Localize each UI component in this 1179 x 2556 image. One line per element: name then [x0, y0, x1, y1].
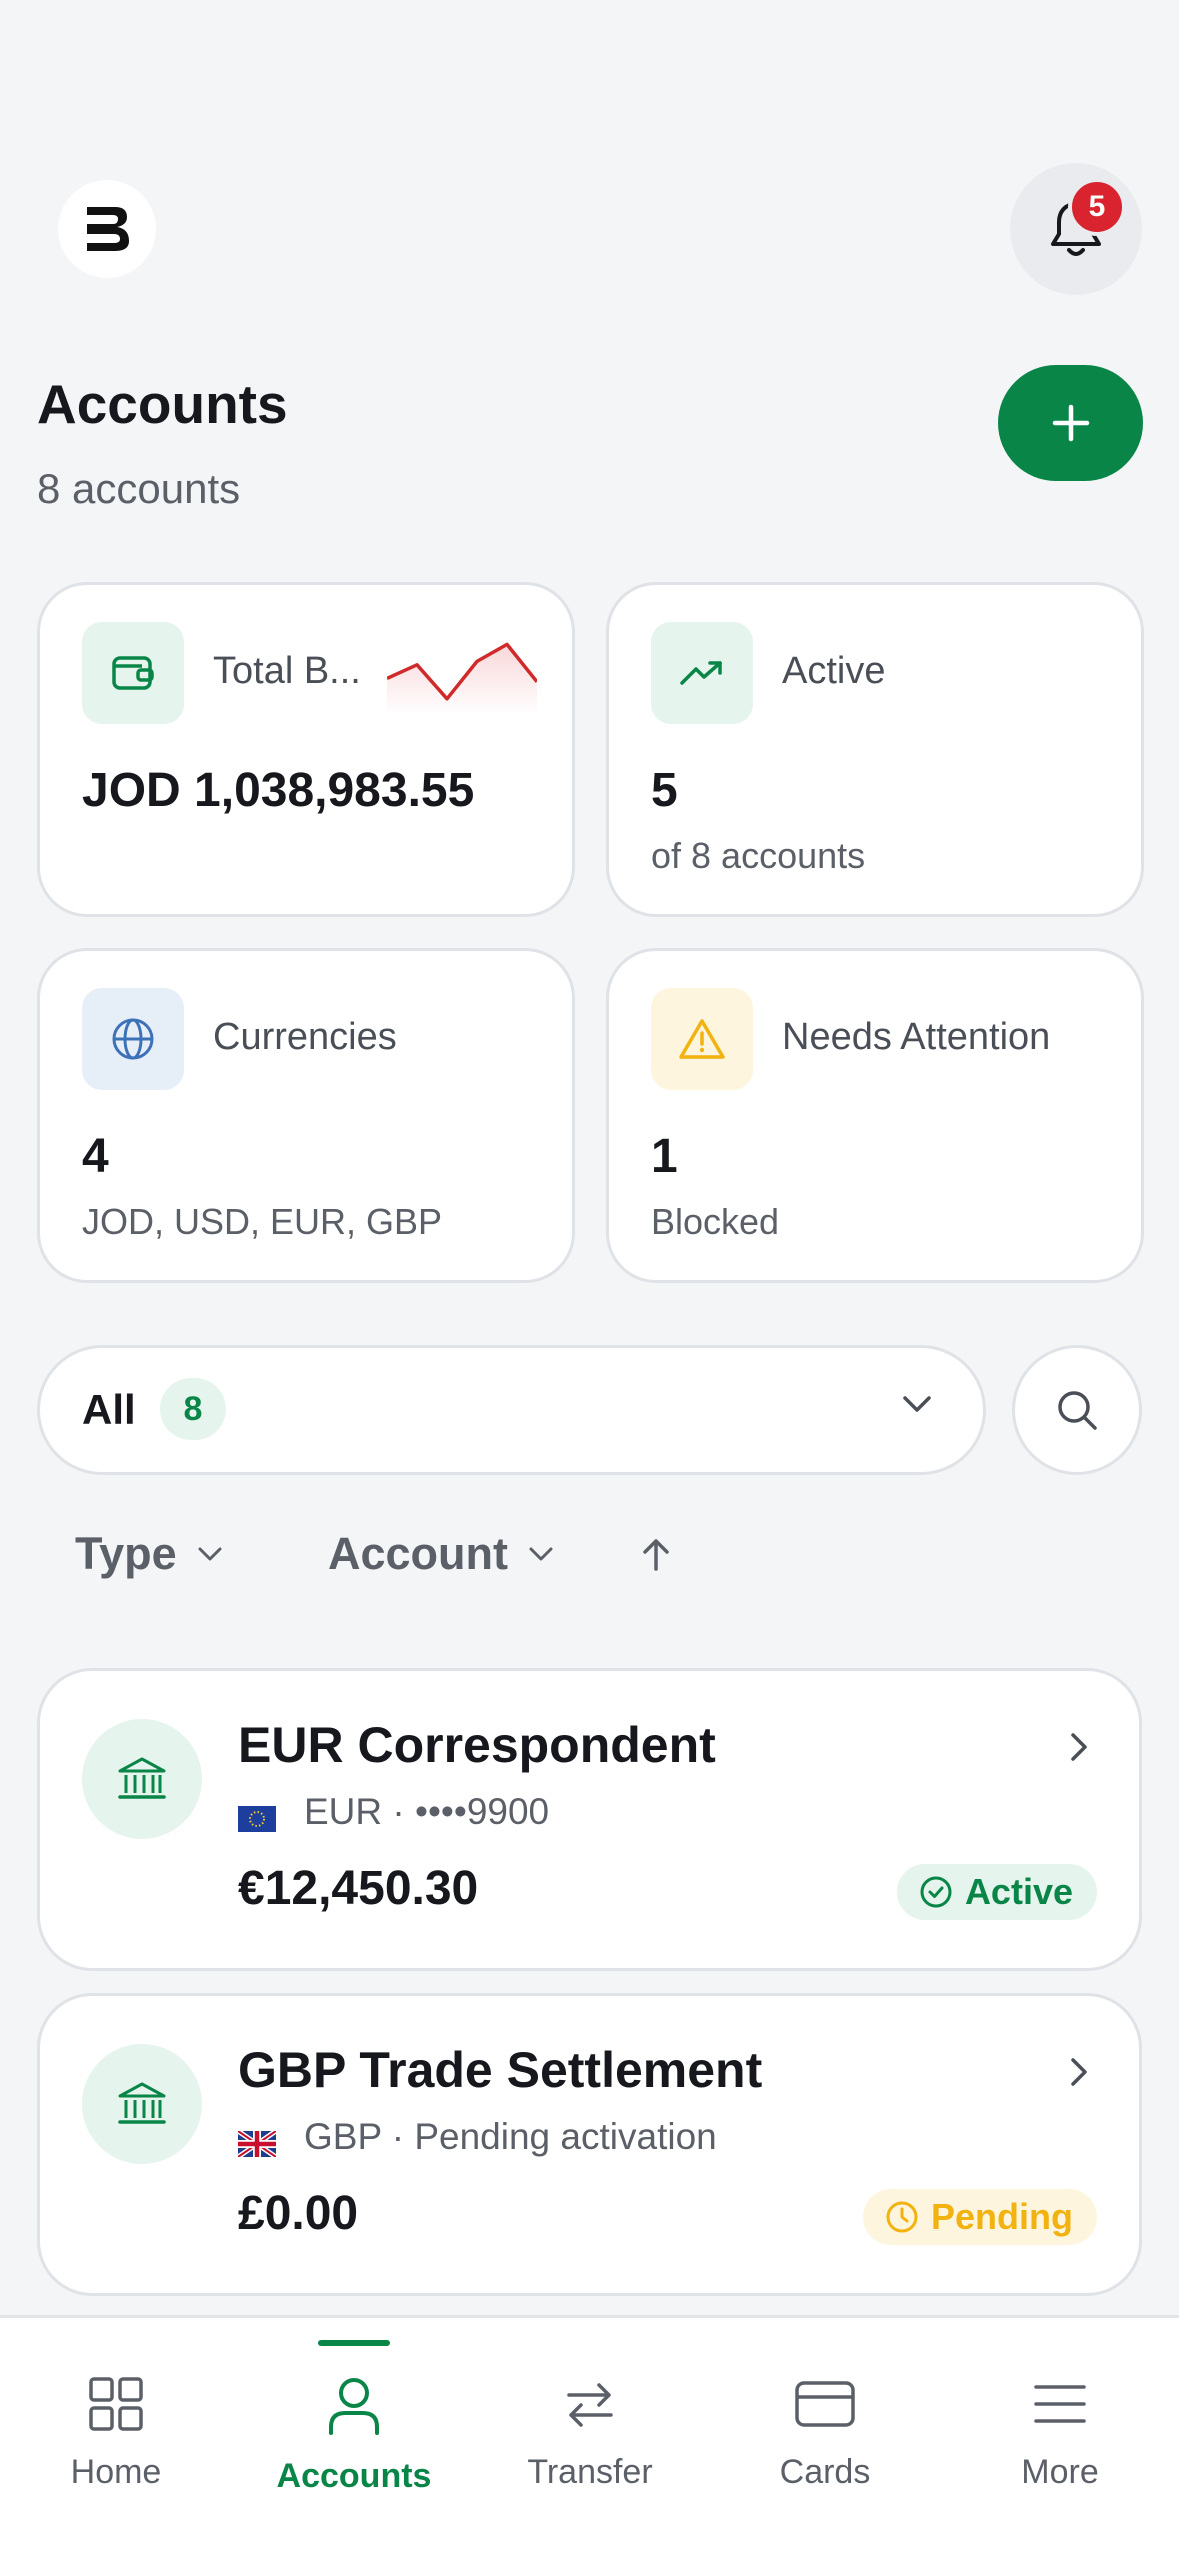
arrow-up-icon	[643, 1539, 669, 1571]
nav-accounts-label: Accounts	[276, 2457, 432, 2495]
account-name: GBP Trade Settlement	[238, 2042, 763, 2098]
warning-icon	[651, 988, 753, 1090]
sort-type-label: Type	[75, 1528, 177, 1579]
needs-attention-card[interactable]: Needs Attention 1 Blocked	[606, 948, 1144, 1283]
attention-value: 1	[651, 1130, 678, 1183]
chevron-down-icon	[903, 1396, 931, 1412]
bank-icon	[82, 1719, 202, 1839]
chevron-right-icon	[1071, 1733, 1087, 1761]
sort-account-label: Account	[328, 1528, 508, 1579]
total-balance-value: JOD 1,038,983.55	[82, 764, 475, 817]
sort-direction-button[interactable]	[638, 1537, 674, 1578]
bank-icon	[82, 2044, 202, 2164]
nav-more[interactable]: More	[960, 2375, 1160, 2492]
sort-type-dropdown[interactable]: Type	[75, 1528, 223, 1580]
status-badge: Active	[896, 1864, 1097, 1920]
account-meta: EUR · ••••9900	[304, 1791, 550, 1832]
nav-home[interactable]: Home	[16, 2375, 216, 2492]
status-badge: Pending	[863, 2189, 1097, 2245]
chevron-right-icon	[1071, 2058, 1087, 2086]
uk-flag-icon	[236, 2124, 278, 2160]
search-button[interactable]	[1012, 1345, 1142, 1475]
total-balance-label: Total B...	[213, 650, 361, 692]
account-name: EUR Correspondent	[238, 1717, 716, 1773]
account-meta: GBP · Pending activation	[304, 2116, 717, 2157]
logo-mark-icon	[87, 207, 129, 251]
currencies-value: 4	[82, 1130, 109, 1183]
active-sub: of 8 accounts	[651, 835, 866, 876]
active-value: 5	[651, 764, 678, 817]
menu-icon	[1034, 2385, 1086, 2423]
attention-label: Needs Attention	[782, 1016, 1051, 1058]
user-icon	[329, 2378, 379, 2435]
page-title: Accounts	[37, 373, 288, 435]
active-tab-indicator	[318, 2340, 390, 2346]
active-accounts-card[interactable]: Active 5 of 8 accounts	[606, 582, 1144, 917]
plus-icon	[1052, 404, 1089, 442]
status-label: Active	[964, 1871, 1073, 1912]
filter-selected-label: All	[82, 1386, 136, 1433]
sort-account-dropdown[interactable]: Account	[328, 1528, 554, 1580]
grid-icon	[89, 2377, 143, 2431]
notifications-button[interactable]	[1010, 163, 1142, 295]
nav-cards-label: Cards	[779, 2453, 871, 2491]
nav-transfer-label: Transfer	[527, 2453, 653, 2491]
clock-icon	[886, 2201, 918, 2233]
search-icon	[1058, 1391, 1097, 1430]
total-balance-card[interactable]: Total B... JOD 1,038,983.55	[37, 582, 575, 917]
chevron-down-icon	[529, 1547, 553, 1561]
chevron-down-icon	[198, 1547, 222, 1561]
attention-sub: Blocked	[651, 1201, 780, 1242]
globe-icon	[82, 988, 184, 1090]
account-card[interactable]: EUR Correspondent EUR · ••••9900 €12,450…	[37, 1668, 1142, 1971]
nav-cards[interactable]: Cards	[725, 2375, 925, 2492]
account-filter-select[interactable]: All 8	[37, 1345, 986, 1475]
nav-more-label: More	[1021, 2453, 1099, 2491]
account-card[interactable]: GBP Trade Settlement GBP · Pending activ…	[37, 1993, 1142, 2296]
check-circle-icon	[920, 1876, 952, 1908]
account-balance: €12,450.30	[238, 1862, 479, 1915]
balance-sparkline	[387, 642, 537, 715]
notification-count-badge: 5	[1068, 178, 1126, 236]
account-balance: £0.00	[238, 2187, 359, 2240]
currencies-card[interactable]: Currencies 4 JOD, USD, EUR, GBP	[37, 948, 575, 1283]
nav-accounts[interactable]: Accounts	[254, 2375, 454, 2496]
active-label: Active	[782, 650, 886, 692]
bank-logo	[58, 180, 156, 278]
eu-flag-icon	[238, 1799, 276, 1832]
nav-home-label: Home	[70, 2453, 162, 2491]
credit-card-icon	[795, 2381, 855, 2427]
transfer-arrows-icon	[567, 2383, 613, 2427]
add-account-button[interactable]	[998, 365, 1143, 481]
currencies-label: Currencies	[213, 1016, 397, 1058]
wallet-icon	[82, 622, 184, 724]
status-label: Pending	[931, 2196, 1073, 2237]
nav-transfer[interactable]: Transfer	[490, 2375, 690, 2492]
page-subtitle: 8 accounts	[37, 465, 241, 512]
trending-up-icon	[651, 622, 753, 724]
currencies-sub: JOD, USD, EUR, GBP	[82, 1201, 443, 1242]
filter-count-badge: 8	[160, 1378, 226, 1440]
